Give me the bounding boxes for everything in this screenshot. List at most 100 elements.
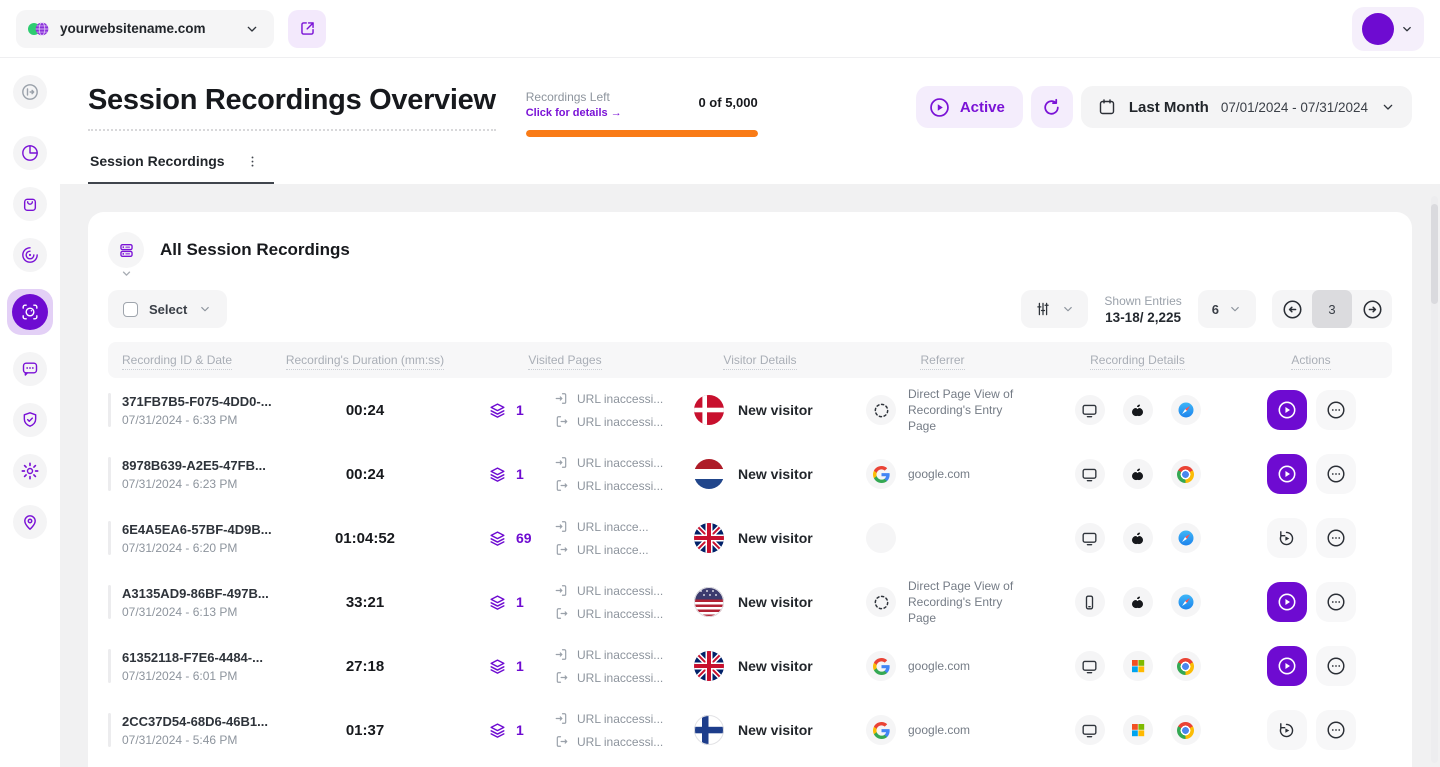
layers-icon xyxy=(488,401,507,420)
visited-pages-cell: 1 URL inaccessi... URL inaccessi... xyxy=(450,711,680,749)
card-collapse-control[interactable] xyxy=(108,232,144,280)
exit-url[interactable]: URL inaccessi... xyxy=(554,606,663,621)
row-more-button[interactable] xyxy=(1316,454,1356,494)
row-handle xyxy=(108,649,111,683)
recording-details-cell xyxy=(1045,523,1230,553)
exit-url[interactable]: URL inaccessi... xyxy=(554,670,663,685)
sidebar-item-feedback[interactable] xyxy=(13,352,47,386)
record-icon xyxy=(20,302,40,322)
exit-url-icon xyxy=(554,414,569,429)
play-recording-button[interactable] xyxy=(1267,390,1307,430)
tab-session-recordings[interactable]: Session Recordings xyxy=(88,153,274,184)
exit-url[interactable]: URL inacce... xyxy=(554,542,649,557)
sidebar-item-session-recordings[interactable] xyxy=(12,294,48,330)
chevron-down-icon xyxy=(1400,22,1414,36)
apple-icon xyxy=(1123,395,1153,425)
per-page-dropdown[interactable]: 6 xyxy=(1198,290,1256,328)
recording-date: 07/31/2024 - 5:46 PM xyxy=(122,733,280,747)
visitor-details-cell: New visitor xyxy=(680,459,840,489)
recording-id: 61352118-F7E6-4484-... xyxy=(122,650,280,665)
column-header[interactable]: Recording Details xyxy=(1045,353,1230,367)
row-more-button[interactable] xyxy=(1316,518,1356,558)
entry-url[interactable]: URL inaccessi... xyxy=(554,583,663,598)
ellipsis-icon xyxy=(1325,655,1347,677)
row-more-button[interactable] xyxy=(1316,710,1356,750)
select-all-checkbox[interactable] xyxy=(123,302,138,317)
chrome-icon xyxy=(1171,459,1201,489)
exit-url[interactable]: URL inaccessi... xyxy=(554,478,663,493)
exit-url[interactable]: URL inaccessi... xyxy=(554,414,663,429)
quota-details-link[interactable]: Click for details → xyxy=(526,107,622,119)
visited-pages-cell: 1 URL inaccessi... URL inaccessi... xyxy=(450,583,680,621)
entry-url[interactable]: URL inaccessi... xyxy=(554,647,663,662)
row-more-button[interactable] xyxy=(1316,390,1356,430)
entry-url[interactable]: URL inaccessi... xyxy=(554,455,663,470)
exit-url-icon xyxy=(554,670,569,685)
entry-url[interactable]: URL inaccessi... xyxy=(554,391,663,406)
page-header: Session Recordings Overview Recordings L… xyxy=(60,58,1440,137)
column-header[interactable]: Recording ID & Date xyxy=(108,353,280,367)
visitor-type: New visitor xyxy=(738,658,813,674)
previous-page-button[interactable] xyxy=(1272,290,1312,328)
next-page-button[interactable] xyxy=(1352,290,1392,328)
open-website-button[interactable] xyxy=(288,10,326,48)
entry-url[interactable]: URL inacce... xyxy=(554,519,649,534)
sidebar-item-analytics[interactable] xyxy=(13,136,47,170)
filter-dropdown[interactable] xyxy=(1021,290,1088,328)
actions-cell xyxy=(1230,518,1392,558)
row-more-button[interactable] xyxy=(1316,582,1356,622)
chevron-down-icon xyxy=(198,302,212,316)
website-selector[interactable]: yourwebsitename.com xyxy=(16,10,274,48)
column-header[interactable]: Actions xyxy=(1230,353,1392,367)
column-header[interactable]: Recording's Duration (mm:ss) xyxy=(280,353,450,367)
visited-pages-cell: 1 URL inaccessi... URL inaccessi... xyxy=(450,647,680,685)
sidebar-item-ecommerce[interactable] xyxy=(13,187,47,221)
play-recording-button[interactable] xyxy=(1267,582,1307,622)
flag-uk-icon xyxy=(694,651,724,681)
direct-referrer-icon xyxy=(866,395,896,425)
play-recording-button[interactable] xyxy=(1267,646,1307,686)
scrollbar-thumb[interactable] xyxy=(1431,204,1438,304)
shield-icon xyxy=(20,410,40,430)
sidebar-item-privacy[interactable] xyxy=(13,403,47,437)
sidebar-item-location[interactable] xyxy=(13,505,47,539)
column-header[interactable]: Visitor Details xyxy=(680,353,840,367)
sidebar-item-behaviour[interactable] xyxy=(13,238,47,272)
sidebar-item-settings[interactable] xyxy=(13,454,47,488)
play-circle-icon xyxy=(928,96,951,119)
replay-recording-button[interactable] xyxy=(1267,710,1307,750)
safari-icon xyxy=(1171,523,1201,553)
layers-icon xyxy=(488,657,507,676)
exit-url-icon xyxy=(554,478,569,493)
sidebar-item-collapse[interactable] xyxy=(13,75,47,109)
refresh-button[interactable] xyxy=(1031,86,1073,128)
exit-url[interactable]: URL inaccessi... xyxy=(554,734,663,749)
desktop-icon xyxy=(1075,459,1105,489)
workspace: All Session Recordings Select xyxy=(60,184,1440,767)
column-header[interactable]: Referrer xyxy=(840,353,1045,367)
row-more-button[interactable] xyxy=(1316,646,1356,686)
visitor-type: New visitor xyxy=(738,466,813,482)
account-menu[interactable] xyxy=(1352,7,1424,51)
visitor-details-cell: New visitor xyxy=(680,523,840,553)
visitor-details-cell: New visitor xyxy=(680,395,840,425)
play-recording-button[interactable] xyxy=(1267,454,1307,494)
recording-date: 07/31/2024 - 6:13 PM xyxy=(122,605,280,619)
column-header[interactable]: Visited Pages xyxy=(450,353,680,367)
layers-icon xyxy=(488,593,507,612)
referrer-cell: Direct Page View of Recording's Entry Pa… xyxy=(840,386,1045,435)
status-active-button[interactable]: Active xyxy=(916,86,1023,128)
replay-recording-button[interactable] xyxy=(1267,518,1307,558)
tab-options-kebab-icon[interactable] xyxy=(245,154,260,169)
recording-id-cell: 371FB7B5-F075-4DD0-... 07/31/2024 - 6:33… xyxy=(108,394,280,427)
card-title: All Session Recordings xyxy=(160,232,350,260)
website-globe-icon xyxy=(30,20,50,38)
select-dropdown[interactable]: Select xyxy=(108,290,227,328)
recording-duration: 00:24 xyxy=(280,466,450,483)
visited-pages-count: 69 xyxy=(516,530,532,546)
vertical-scrollbar[interactable] xyxy=(1431,196,1438,763)
date-range-selector[interactable]: Last Month 07/01/2024 - 07/31/2024 xyxy=(1081,86,1412,128)
chevron-down-icon xyxy=(1061,302,1075,316)
pin-icon xyxy=(20,512,40,532)
entry-url[interactable]: URL inaccessi... xyxy=(554,711,663,726)
